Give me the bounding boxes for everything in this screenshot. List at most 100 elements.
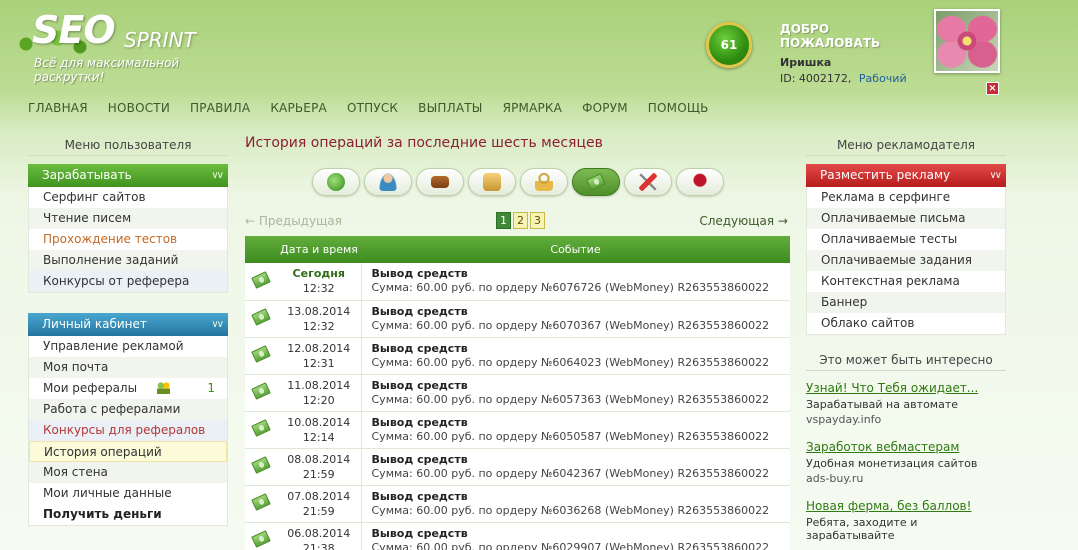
nav-forum[interactable]: ФОРУМ — [582, 101, 628, 115]
row-date: 08.08.2014 — [287, 452, 351, 466]
filter-lock-button[interactable] — [519, 168, 568, 196]
avatar[interactable] — [934, 9, 1000, 73]
row-time: 21:59 — [302, 504, 335, 518]
filter-user-button[interactable] — [363, 168, 412, 196]
user-level-badge[interactable]: 61 — [706, 22, 752, 68]
shopping-bag-icon — [482, 173, 501, 191]
menu-item-reading-letters[interactable]: Чтение писем — [29, 208, 227, 229]
menu-item-wall[interactable]: Моя стена — [29, 462, 227, 483]
interest-site-2: ads-buy.ru — [806, 472, 864, 485]
menu-item-referrer-contests[interactable]: Конкурсы от реферера — [29, 271, 227, 292]
advert-menu-header[interactable]: Разместить рекламу ∨∨ — [806, 164, 1006, 187]
earn-menu-header[interactable]: Зарабатывать ∨∨ — [28, 164, 228, 187]
menu-item-paid-letters[interactable]: Оплачиваемые письма — [807, 208, 1005, 229]
menu-item-surfing[interactable]: Серфинг сайтов — [29, 187, 227, 208]
nav-help[interactable]: ПОМОЩЬ — [648, 101, 709, 115]
menu-item-operations-history[interactable]: История операций — [29, 441, 227, 462]
row-icon-cell — [245, 411, 277, 449]
top-nav: ГЛАВНАЯ НОВОСТИ ПРАВИЛА КАРЬЕРА ОТПУСК В… — [28, 101, 729, 115]
cabinet-menu-header-label: Личный кабинет — [42, 317, 147, 331]
nav-main[interactable]: ГЛАВНАЯ — [28, 101, 88, 115]
menu-item-mail[interactable]: Моя почта — [29, 357, 227, 378]
user-menu: Меню пользователя Зарабатывать ∨∨ Серфин… — [28, 134, 228, 526]
filter-money-button[interactable] — [571, 168, 620, 196]
interest-desc-3: Ребята, заходите и зарабатывайте — [806, 516, 918, 542]
operation-filters — [245, 168, 790, 196]
menu-item-banner[interactable]: Баннер — [807, 292, 1005, 313]
chevron-down-icon[interactable]: ∨∨ — [211, 164, 224, 187]
row-date: 06.08.2014 — [287, 526, 351, 540]
tools-icon — [638, 173, 657, 191]
user-status-link[interactable]: Рабочий — [859, 72, 907, 85]
nav-career[interactable]: КАРЬЕРА — [270, 101, 327, 115]
filter-shop-button[interactable] — [467, 168, 516, 196]
row-event-desc: Сумма: 60.00 руб. по ордеру №6064023 (We… — [371, 355, 770, 369]
row-event: Вывод средств Сумма: 60.00 руб. по ордеру… — [361, 522, 790, 550]
menu-item-referral-work[interactable]: Работа с рефералами — [29, 399, 227, 420]
page-numbers: 1 2 3 — [496, 212, 547, 229]
menu-item-site-cloud[interactable]: Облако сайтов — [807, 313, 1005, 334]
filter-tools-button[interactable] — [623, 168, 672, 196]
welcome-title: ДОБРО ПОЖАЛОВАТЬ — [780, 22, 881, 50]
interest-link-1[interactable]: Узнай! Что Тебя ожидает... — [806, 381, 978, 395]
menu-item-referrals[interactable]: Мои рефералы 1 — [29, 378, 227, 399]
nav-payouts[interactable]: ВЫПЛАТЫ — [418, 101, 482, 115]
row-icon-cell — [245, 263, 277, 301]
logo-seo-text: SEO — [32, 8, 116, 52]
money-icon — [251, 345, 271, 363]
row-icon-cell — [245, 522, 277, 550]
filter-glass-button[interactable] — [675, 168, 724, 196]
operations-table: Дата и время Событие Сегодня 12:32 Вывод с… — [245, 236, 790, 550]
chevron-down-icon[interactable]: ∨∨ — [211, 313, 224, 336]
nav-vacation[interactable]: ОТПУСК — [347, 101, 398, 115]
interest-link-3[interactable]: Новая ферма, без баллов! — [806, 499, 971, 513]
main-content: История операций за последние шесть меся… — [245, 130, 790, 550]
menu-item-paid-tests[interactable]: Оплачиваемые тесты — [807, 229, 1005, 250]
page-3[interactable]: 3 — [530, 212, 545, 229]
wallet-icon — [430, 176, 449, 188]
nav-news[interactable]: НОВОСТИ — [108, 101, 170, 115]
pagination: ← Предыдущая 1 2 3 Следующая → — [245, 210, 790, 236]
page-2[interactable]: 2 — [513, 212, 528, 229]
table-row: 08.08.2014 21:59 Вывод средств Сумма: 60.00… — [245, 448, 790, 486]
cabinet-menu-header[interactable]: Личный кабинет ∨∨ — [28, 313, 228, 336]
row-time: 12:32 — [302, 319, 335, 333]
table-row: 13.08.2014 12:32 Вывод средств Сумма: 60.00… — [245, 300, 790, 338]
row-event-title: Вывод средств — [371, 267, 468, 281]
welcome-block: ДОБРО ПОЖАЛОВАТЬ Иришка ID: 4002172, Раб… — [780, 22, 930, 85]
menu-item-manage-ads[interactable]: Управление рекламой — [29, 336, 227, 357]
money-icon — [251, 456, 271, 474]
interest-link-2[interactable]: Заработок вебмастерам — [806, 440, 959, 454]
menu-item-tests[interactable]: Прохождение тестов — [29, 229, 227, 250]
filter-all-button[interactable] — [311, 168, 360, 196]
site-logo[interactable]: SEO SPRINT Всё для максимальной раскрутк… — [8, 6, 248, 84]
table-row: 07.08.2014 21:59 Вывод средств Сумма: 60.00… — [245, 485, 790, 523]
close-icon[interactable]: × — [986, 82, 999, 95]
row-event-desc: Сумма: 60.00 руб. по ордеру №6057363 (We… — [371, 392, 770, 406]
header-icon-col — [245, 236, 277, 263]
advertiser-menu-title: Меню рекламодателя — [806, 134, 1006, 156]
header-datetime: Дата и время — [277, 236, 361, 263]
money-icon — [251, 530, 271, 548]
nav-fair[interactable]: ЯРМАРКА — [503, 101, 563, 115]
interest-item: Узнай! Что Тебя ожидает... Зарабатывай н… — [806, 381, 1006, 426]
page-title: История операций за последние шесть меся… — [245, 135, 603, 151]
prev-page-link[interactable]: ← Предыдущая — [245, 214, 342, 228]
next-page-link[interactable]: Следующая → — [699, 214, 788, 228]
menu-item-paid-tasks[interactable]: Оплачиваемые задания — [807, 250, 1005, 271]
page-1[interactable]: 1 — [496, 212, 511, 229]
table-row: 11.08.2014 12:20 Вывод средств Сумма: 60.00… — [245, 374, 790, 412]
nav-rules[interactable]: ПРАВИЛА — [190, 101, 250, 115]
menu-item-context-ads[interactable]: Контекстная реклама — [807, 271, 1005, 292]
menu-item-surf-ads[interactable]: Реклама в серфинге — [807, 187, 1005, 208]
menu-item-get-money[interactable]: Получить деньги — [29, 504, 227, 525]
menu-item-personal-data[interactable]: Мои личные данные — [29, 483, 227, 504]
filter-wallet-button[interactable] — [415, 168, 464, 196]
chevron-down-icon[interactable]: ∨∨ — [989, 164, 1002, 187]
header-event: Событие — [361, 236, 790, 263]
row-icon-cell — [245, 485, 277, 523]
menu-item-referral-contests[interactable]: Конкурсы для рефералов — [29, 420, 227, 441]
row-event: Вывод средств Сумма: 60.00 руб. по ордеру… — [361, 263, 790, 301]
row-event-desc: Сумма: 60.00 руб. по ордеру №6070367 (We… — [371, 318, 770, 332]
menu-item-tasks[interactable]: Выполнение заданий — [29, 250, 227, 271]
